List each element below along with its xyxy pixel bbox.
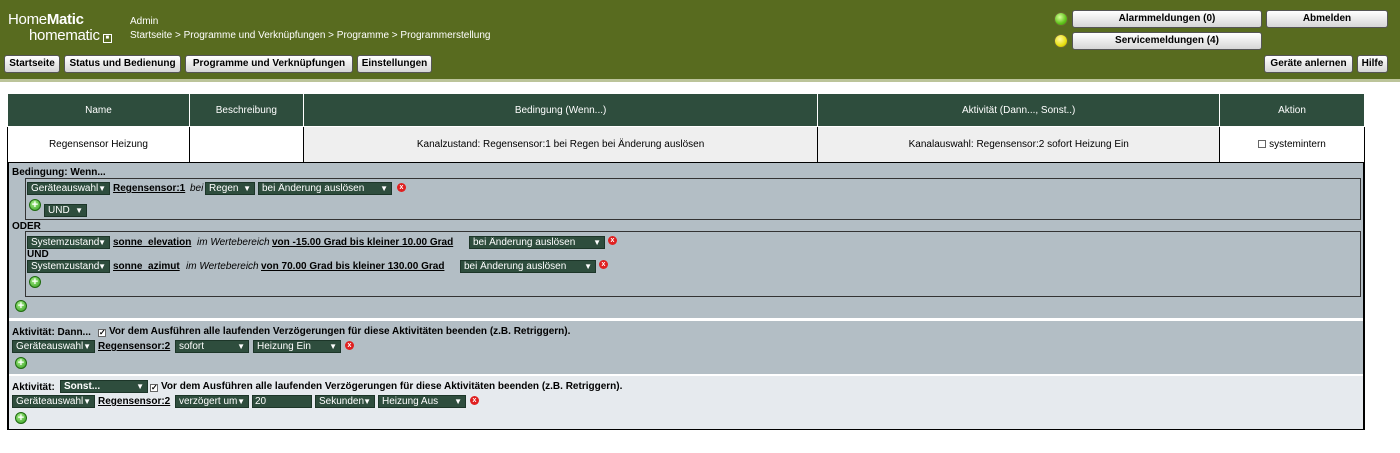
delete-activity-icon[interactable]: x [345,341,354,350]
header: HomeMatic homematic ■ Admin Startseite > … [0,0,1400,82]
range-label: im Wertebereich [197,237,270,248]
device-type-select[interactable]: Geräteauswahl ▼ [12,395,95,408]
action-select[interactable]: Heizung Aus ▼ [378,395,466,408]
add-activity-icon[interactable]: + [15,412,27,424]
systemintern-checkbox[interactable] [1258,140,1267,148]
system-state-select[interactable]: Systemzustand ▼ [27,260,110,273]
chevron-down-icon: ▼ [237,342,245,351]
program-description[interactable] [188,126,304,163]
condition-block-2: Systemzustand ▼ sonne_elevation im Werteb… [25,231,1361,297]
column-header: Beschreibung [188,93,304,127]
trigger-select[interactable]: bei Änderung auslösen ▼ [469,236,605,249]
trigger-select[interactable]: bei Änderung auslösen ▼ [258,182,392,195]
add-condition-icon[interactable]: + [29,199,41,211]
program-condition: Kanalzustand: Regensensor:1 bei Regen be… [302,126,819,163]
delete-activity-icon[interactable]: x [470,396,479,405]
chevron-down-icon: ▼ [98,238,106,247]
nav-settings-button[interactable]: Einstellungen [357,55,432,73]
chevron-down-icon: ▼ [584,262,592,271]
chevron-down-icon: ▼ [243,184,251,193]
then-title: Aktivität: Dann... [12,327,91,338]
nav-programs-button[interactable]: Programme und Verknüpfungen [185,55,353,73]
delay-input[interactable]: 20 [252,395,312,408]
logo: HomeMatic [8,11,84,28]
timing-select[interactable]: sofort ▼ [175,340,249,353]
program-editor: Bedingung: Wenn... Geräteauswahl ▼ Regens… [7,162,1365,430]
chevron-down-icon: ▼ [593,238,601,247]
chevron-down-icon: ▼ [98,184,106,193]
column-header: Name [7,93,190,127]
program-name[interactable]: Regensensor Heizung [7,126,190,163]
alarm-status-led-icon [1054,12,1068,26]
range-link[interactable]: von -15.00 Grad bis kleiner 10.00 Grad [272,236,453,249]
nav-status-button[interactable]: Status und Bedienung [64,55,181,73]
variable-link[interactable]: sonne_azimut [113,260,180,273]
device-type-select[interactable]: Geräteauswahl ▼ [27,182,110,195]
logo-subtitle: homematic ■ [29,27,112,44]
program-table-header: Name Beschreibung Bedingung (Wenn...) Ak… [7,93,1365,127]
logic-operator-select[interactable]: UND ▼ [44,204,87,217]
chevron-down-icon: ▼ [237,397,245,406]
else-activity-section: Aktivität: Sonst... ▼ ✓ Vor dem Ausführen … [9,374,1363,429]
chevron-down-icon: ▼ [363,397,371,406]
else-retrigger-checkbox[interactable]: ✓ [150,384,158,392]
chevron-down-icon: ▼ [75,206,83,215]
column-header: Bedingung (Wenn...) [302,93,819,127]
bei-label: bei [190,183,204,194]
alarm-messages-button[interactable]: Alarmmeldungen (0) [1072,10,1262,28]
else-retrigger-option: ✓ Vor dem Ausführen alle laufenden Verzög… [150,381,623,392]
service-messages-button[interactable]: Servicemeldungen (4) [1072,32,1262,50]
range-link[interactable]: von 70.00 Grad bis kleiner 130.00 Grad [261,260,444,273]
unit-select[interactable]: Sekunden ▼ [315,395,375,408]
add-or-block-icon[interactable]: + [15,300,27,312]
delete-condition-icon[interactable]: x [397,183,406,192]
device-link[interactable]: Regensensor:1 [113,182,185,195]
action-select[interactable]: Heizung Ein ▼ [253,340,341,353]
logo-box-icon: ■ [102,34,112,43]
range-label: im Wertebereich [186,261,259,272]
user-name: Admin [130,16,159,27]
then-activity-section: Aktivität: Dann... ✓ Vor dem Ausführen al… [9,319,1363,374]
program-action: systemintern [1219,126,1365,163]
condition-title: Bedingung: Wenn... [12,167,106,178]
add-condition-icon[interactable]: + [29,276,41,288]
timing-select[interactable]: verzögert um ▼ [175,395,249,408]
program-table: Name Beschreibung Bedingung (Wenn...) Ak… [7,93,1365,163]
system-state-select[interactable]: Systemzustand ▼ [27,236,110,249]
then-retrigger-checkbox[interactable]: ✓ [98,329,106,337]
program-activity: Kanalauswahl: Regensensor:2 sofort Heizu… [817,126,1221,163]
learn-devices-button[interactable]: Geräte anlernen [1264,55,1353,73]
add-activity-icon[interactable]: + [15,357,27,369]
chevron-down-icon: ▼ [83,397,91,406]
nav-startseite-button[interactable]: Startseite [4,55,60,73]
chevron-down-icon: ▼ [329,342,337,351]
trigger-select[interactable]: bei Änderung auslösen ▼ [460,260,596,273]
value-select[interactable]: Regen ▼ [205,182,255,195]
column-header: Aktivität (Dann..., Sonst..) [817,93,1221,127]
delete-condition-icon[interactable]: x [608,236,617,245]
chevron-down-icon: ▼ [380,184,388,193]
breadcrumb: Startseite > Programme und Verknüpfungen… [130,30,491,41]
systemintern-label: systemintern [1269,139,1326,150]
then-retrigger-option: ✓ Vor dem Ausführen alle laufenden Verzög… [98,326,571,337]
else-title: Aktivität: [12,382,55,393]
device-link[interactable]: Regensensor:2 [98,395,170,408]
device-type-select[interactable]: Geräteauswahl ▼ [12,340,95,353]
column-header: Aktion [1219,93,1365,127]
logout-button[interactable]: Abmelden [1266,10,1388,28]
chevron-down-icon: ▼ [454,397,462,406]
chevron-down-icon: ▼ [98,262,106,271]
device-link[interactable]: Regensensor:2 [98,340,170,353]
chevron-down-icon: ▼ [136,382,144,391]
service-status-led-icon [1054,34,1068,48]
table-row: Regensensor Heizung Kanalzustand: Regens… [7,126,1365,163]
variable-link[interactable]: sonne_elevation [113,236,191,249]
help-button[interactable]: Hilfe [1357,55,1388,73]
else-mode-select[interactable]: Sonst... ▼ [60,380,148,393]
and-label: UND [27,249,49,260]
condition-block-1: Geräteauswahl ▼ Regensensor:1 bei Regen ▼ … [25,178,1361,220]
delete-condition-icon[interactable]: x [599,260,608,269]
condition-section: Bedingung: Wenn... Geräteauswahl ▼ Regens… [9,163,1363,318]
chevron-down-icon: ▼ [83,342,91,351]
